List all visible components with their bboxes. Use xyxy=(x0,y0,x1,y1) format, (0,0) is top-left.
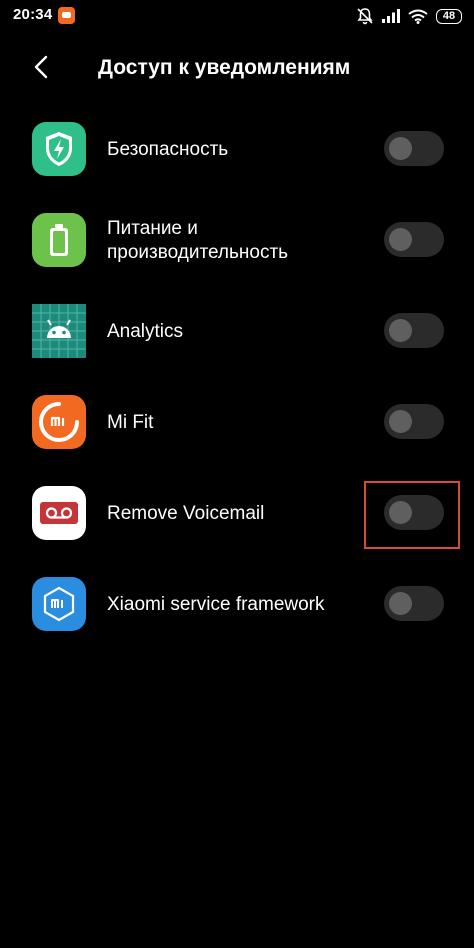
list-item-xiaomi-service-framework[interactable]: Xiaomi service framework xyxy=(0,559,474,650)
voicemail-icon xyxy=(32,486,86,540)
security-toggle[interactable] xyxy=(384,131,444,166)
mi-fit-toggle[interactable] xyxy=(384,404,444,439)
list-item-label: Mi Fit xyxy=(107,411,154,433)
toggle-knob xyxy=(389,410,412,433)
back-arrow-icon xyxy=(33,55,49,84)
signal-icon xyxy=(382,9,400,23)
list-item-label: Безопасность xyxy=(107,138,229,160)
status-bar: 20:34 48 xyxy=(0,0,474,34)
list-item-analytics[interactable]: Analytics xyxy=(0,286,474,377)
toggle-knob xyxy=(389,501,412,524)
status-icons: 48 xyxy=(356,5,462,27)
toggle-knob xyxy=(389,228,412,251)
list-item-remove-voicemail[interactable]: Remove Voicemail xyxy=(0,468,474,559)
list-item-label: Remove Voicemail xyxy=(107,502,265,524)
toggle-knob xyxy=(389,137,412,160)
page-title: Доступ к уведомлениям xyxy=(98,56,351,79)
security-shield-icon xyxy=(32,122,86,176)
list-item-label: Питание и производительность xyxy=(107,217,289,263)
mute-icon xyxy=(356,7,374,25)
list-item-security[interactable]: Безопасность xyxy=(0,104,474,195)
list-item-mi-fit[interactable]: Mi Fit xyxy=(0,377,474,468)
toggle-knob xyxy=(389,319,412,342)
wifi-icon xyxy=(408,9,428,24)
list-item-label: Analytics xyxy=(107,320,184,342)
analytics-toggle[interactable] xyxy=(384,313,444,348)
battery-icon: 48 xyxy=(436,8,462,24)
power-toggle[interactable] xyxy=(384,222,444,257)
header: Доступ к уведомлениям xyxy=(0,44,474,94)
list-item-label: Xiaomi service framework xyxy=(107,593,325,615)
xiaomi-service-icon xyxy=(32,577,86,631)
app-notification-icon xyxy=(58,7,75,24)
back-button[interactable] xyxy=(24,52,58,86)
list-item-power[interactable]: Питание и производительность xyxy=(0,195,474,286)
notification-access-list: Безопасность Питание и производительност… xyxy=(0,104,474,650)
battery-power-icon xyxy=(32,213,86,267)
xiaomi-service-framework-toggle[interactable] xyxy=(384,586,444,621)
toggle-knob xyxy=(389,592,412,615)
status-time: 20:34 xyxy=(13,6,53,23)
android-analytics-icon xyxy=(32,304,86,358)
remove-voicemail-toggle[interactable] xyxy=(384,495,444,530)
mi-fit-icon xyxy=(32,395,86,449)
